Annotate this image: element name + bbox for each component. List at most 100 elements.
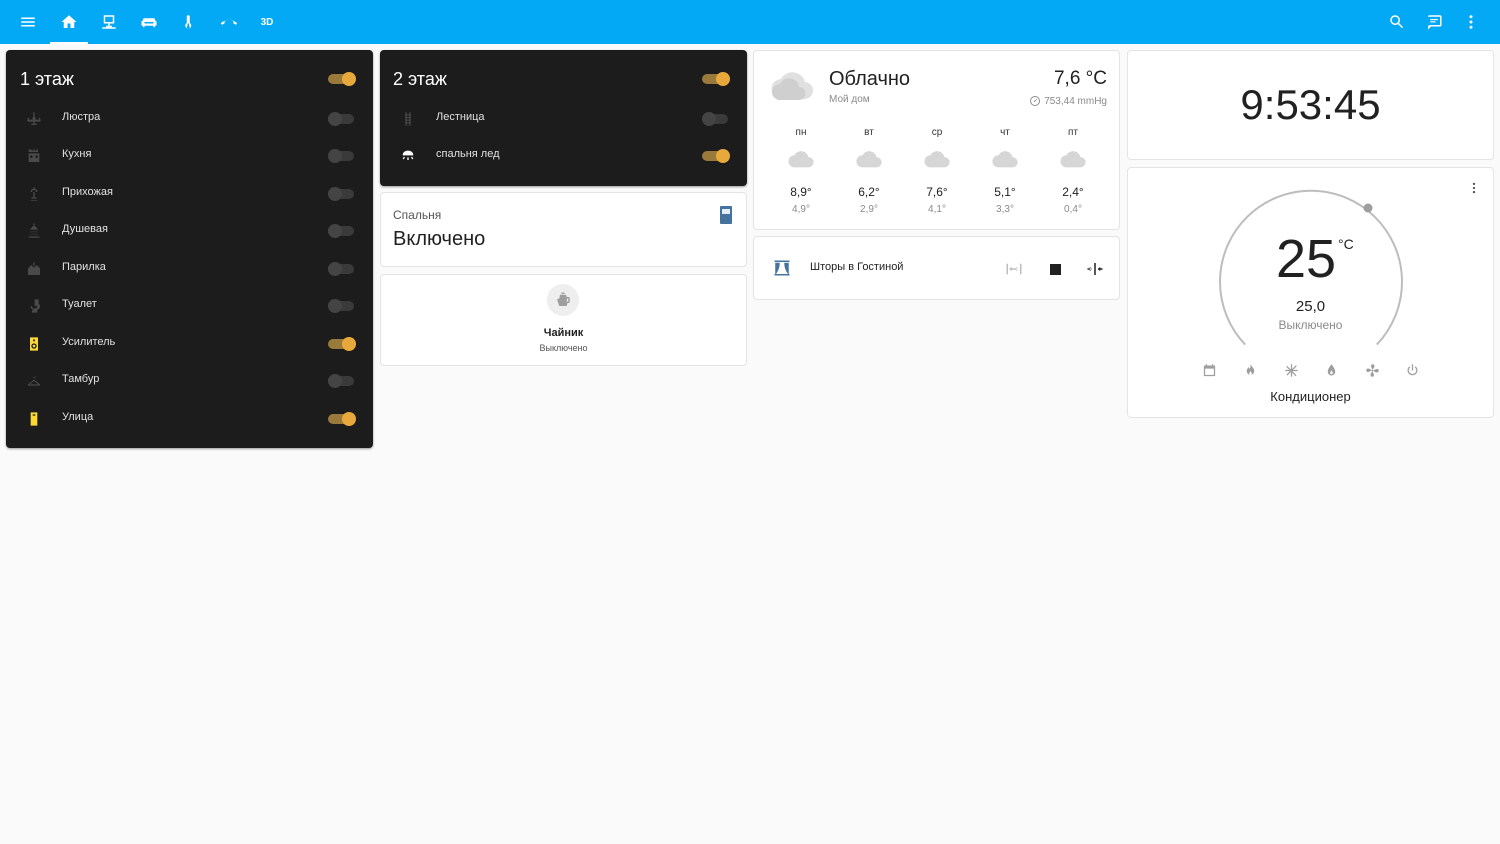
- entity-row: Люстра: [6, 100, 373, 137]
- cloudy-icon: [788, 151, 814, 168]
- menu-button[interactable]: [12, 0, 44, 44]
- floor1-title: 1 этаж: [20, 69, 74, 89]
- forecast-low: 4,1°: [928, 204, 946, 215]
- phone-hangup-icon: [220, 19, 238, 25]
- weather-location: Мой дом: [829, 94, 870, 105]
- forecast-high: 8,9°: [790, 185, 812, 199]
- clock-card: 9:53:45: [1127, 50, 1494, 160]
- mode-fan-button[interactable]: [1363, 361, 1381, 379]
- dots-vertical-icon: [1469, 15, 1473, 29]
- cloudy-icon: [992, 151, 1018, 168]
- curtains-stop-button[interactable]: [1045, 259, 1065, 279]
- dots-vertical-icon: [1472, 182, 1476, 194]
- cloudy-icon: [856, 151, 882, 168]
- entity-row: Прихожая: [6, 175, 373, 212]
- forecast-high: 6,2°: [858, 185, 880, 199]
- toilet-icon: [24, 296, 44, 316]
- forecast-day-name: пн: [795, 127, 807, 138]
- mode-off-button[interactable]: [1403, 361, 1421, 379]
- floor2-card: 2 этаж Лестница спальня лед: [380, 50, 747, 186]
- entity-name: Душевая: [62, 223, 108, 235]
- forecast-low: 4,9°: [792, 204, 810, 215]
- water-icon: [1327, 363, 1335, 375]
- entity-row: Лестница: [380, 100, 747, 137]
- desk-icon: [102, 15, 116, 29]
- entity-toggle[interactable]: [328, 224, 356, 238]
- mode-schedule-button[interactable]: [1200, 361, 1218, 379]
- curtains-name: Шторы в Гостиной: [810, 261, 904, 273]
- entity-name: Люстра: [62, 111, 101, 123]
- entity-row: Тамбур: [6, 362, 373, 399]
- entity-name: Лестница: [436, 111, 485, 123]
- floor2-title: 2 этаж: [393, 69, 447, 89]
- chandelier-icon: [24, 109, 44, 129]
- search-icon: [1390, 15, 1404, 29]
- entity-toggle[interactable]: [328, 187, 356, 201]
- thermostat-menu-button[interactable]: [1464, 178, 1484, 198]
- forecast-day-name: ср: [931, 127, 943, 138]
- mode-cool-button[interactable]: [1282, 361, 1300, 379]
- fan-icon: [1365, 363, 1379, 377]
- outdoor-lamp-icon: [24, 409, 44, 429]
- clock-time: 9:53:45: [1240, 81, 1381, 128]
- tab-sofa[interactable]: [130, 0, 168, 44]
- forecast-day-name: чт: [1000, 127, 1010, 138]
- arrow-expand-horizontal-icon: [1006, 263, 1022, 275]
- entity-toggle[interactable]: [328, 299, 356, 313]
- entity-row: Кухня: [6, 137, 373, 174]
- arrow-collapse-horizontal-icon: [1087, 263, 1103, 275]
- floor2-master-toggle[interactable]: [702, 72, 730, 86]
- entity-toggle[interactable]: [328, 412, 356, 426]
- weather-card[interactable]: Облачно Мой дом 7,6 °C 753,44 mmHg пн 8,…: [753, 50, 1120, 230]
- floor1-card: 1 этаж Люстра Кухня Прихожая Душевая Пар…: [6, 50, 373, 448]
- forecast-low: 2,9°: [860, 204, 878, 215]
- bedroom-card[interactable]: Спальня Включено: [380, 192, 747, 267]
- curtains-icon: [774, 260, 790, 276]
- tab-phone[interactable]: [210, 0, 248, 44]
- tab-climate[interactable]: [170, 0, 208, 44]
- floor1-master-toggle[interactable]: [328, 72, 356, 86]
- entity-name: Прихожая: [62, 186, 113, 198]
- thermostat-slider-handle[interactable]: [1363, 203, 1373, 213]
- tab-home[interactable]: [50, 0, 88, 44]
- entity-toggle[interactable]: [328, 149, 356, 163]
- thermostat-target-temp: 25,0: [1295, 298, 1326, 315]
- message-icon: [1428, 15, 1442, 30]
- entity-row: Туалет: [6, 287, 373, 324]
- entity-toggle[interactable]: [328, 374, 356, 388]
- mode-dry-button[interactable]: [1322, 361, 1340, 379]
- entity-toggle[interactable]: [328, 337, 356, 351]
- home-icon: [61, 15, 77, 28]
- shower-icon: [24, 221, 44, 241]
- entity-toggle[interactable]: [702, 149, 730, 163]
- tab-3d[interactable]: 3D: [248, 0, 286, 44]
- overflow-menu-button[interactable]: [1458, 0, 1484, 44]
- ceiling-light-icon: [398, 146, 418, 166]
- forecast-day-name: вт: [864, 127, 874, 138]
- tab-desk[interactable]: [90, 0, 128, 44]
- weather-condition: Облачно: [829, 68, 911, 90]
- cloudy-icon: [1060, 151, 1086, 168]
- thermostat-name: Кондиционер: [1270, 389, 1351, 404]
- curtains-open-button[interactable]: [1004, 259, 1024, 279]
- forecast-high: 5,1°: [994, 185, 1016, 199]
- forecast-high: 7,6°: [926, 185, 948, 199]
- bedroom-label: Спальня: [393, 208, 442, 222]
- kettle-card[interactable]: Чайник Выключено: [380, 274, 747, 366]
- entity-row: спальня лед: [380, 137, 747, 174]
- entity-name: Парилка: [62, 261, 106, 273]
- top-app-bar: 3D: [0, 0, 1500, 44]
- stove-icon: [24, 146, 44, 166]
- gauge-icon: [1030, 96, 1041, 106]
- curtains-close-button[interactable]: [1085, 259, 1105, 279]
- cloudy-icon: [771, 72, 814, 100]
- entity-toggle[interactable]: [328, 262, 356, 276]
- entity-name: Усилитель: [62, 336, 116, 348]
- entity-row: Улица: [6, 400, 373, 437]
- search-button[interactable]: [1382, 0, 1412, 44]
- assist-button[interactable]: [1419, 0, 1449, 44]
- mode-heat-button[interactable]: [1241, 361, 1259, 379]
- entity-toggle[interactable]: [328, 112, 356, 126]
- entity-toggle[interactable]: [702, 112, 730, 126]
- forecast-day: пт 2,4° 0,4°: [1053, 127, 1093, 215]
